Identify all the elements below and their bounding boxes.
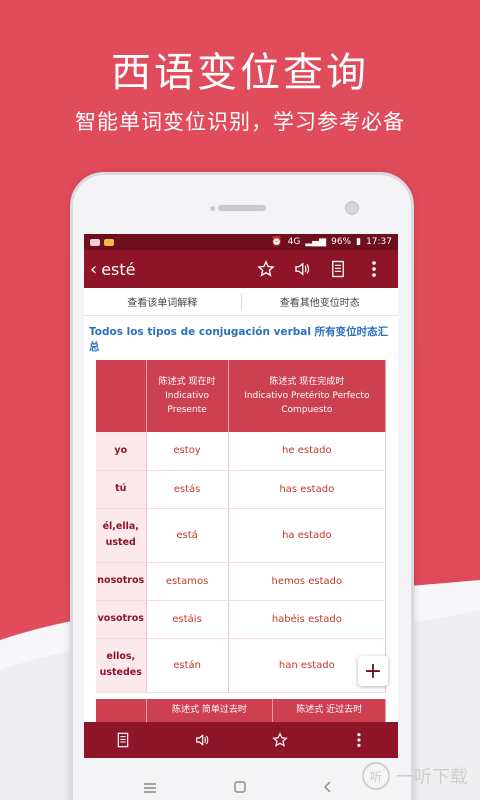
menu-icon [144,783,156,793]
person-cell: yo [96,432,147,471]
tense-header: 陈述式 现在完成时 Indicativo Pretérito Perfecto … [228,360,387,432]
home-square-icon [234,781,246,793]
back-nav-button[interactable] [322,778,334,797]
notification-icon [90,238,100,246]
tense-name-es: Indicativo Presente [165,391,210,415]
watermark-text: 一听下载 [396,767,468,788]
star-icon [257,260,275,277]
table-row: tú estás has estado [96,470,387,509]
person-cell: vosotros [96,600,147,639]
bottom-notes-button[interactable] [84,732,163,748]
table-row: yo estoy he estado [96,432,387,471]
front-camera [345,201,359,215]
promo-subline: 智能单词变位识别，学习参考必备 [75,110,405,134]
conjugation-cell: habéis estado [228,600,387,639]
section-title-es[interactable]: Todos los tipos de conjugación verbal [89,326,311,338]
watermark: 听 一听下载 [362,762,468,790]
alarm-icon: ⏰ [271,237,283,247]
bottom-toolbar [84,722,398,758]
app-bar: ‹ esté [84,250,398,288]
tab-word-explanation[interactable]: 查看该单词解释 [84,294,241,309]
document-icon [117,732,129,748]
word-title: esté [101,259,136,279]
sub-tabs: 查看该单词解释 查看其他变位时态 [84,288,398,316]
conjugation-cell: estáis [146,600,229,639]
tense-name-zh: 陈述式 近过去时 [296,704,363,715]
battery-level: 96% [331,237,352,247]
corner-cell [96,360,147,432]
conjugation-cell: ha estado [228,508,387,563]
menu-nav-button[interactable] [144,778,156,797]
speaker-icon [195,734,209,746]
conjugation-cell: estoy [146,432,229,471]
tense-header: 陈述式 现在时 Indicativo Presente [146,360,229,432]
conjugation-cell: hemos estado [228,562,387,601]
status-bar: ⏰ 4G ▂▄▆ 96% ▮ 17:37 [84,234,398,250]
document-icon [332,260,344,278]
promo-headline: 西语变位查询 [111,50,369,96]
person-cell: nosotros [96,562,147,601]
notification-icon [104,238,114,246]
pronounce-button[interactable] [284,254,320,284]
more-vertical-icon [372,261,376,277]
tense-name-es: Indicativo Pretérito Perfecto Compuesto [244,391,370,415]
earpiece-speaker [218,205,266,211]
person-cell: ellos, ustedes [96,638,147,693]
back-icon[interactable]: ‹ [90,259,97,280]
conjugation-cell: estás [146,470,229,509]
notes-button[interactable] [320,254,356,284]
tab-other-tenses[interactable]: 查看其他变位时态 [242,294,399,309]
tense-name-zh: 陈述式 现在完成时 [269,377,345,387]
conjugation-cell: he estado [228,432,387,471]
bottom-favorite-button[interactable] [241,732,320,748]
person-cell: tú [96,470,147,509]
clock: 17:37 [366,237,392,247]
conjugation-cell: has estado [228,470,387,509]
star-icon [272,732,289,747]
add-button[interactable]: + [358,656,388,686]
table-row: ellos, ustedes están han estado [96,638,387,693]
bottom-pronounce-button[interactable] [163,732,242,748]
favorite-button[interactable] [248,254,284,284]
sensor-dot [210,206,215,211]
table-row: él,ella, usted está ha estado [96,508,387,563]
conjugation-cell: estamos [146,562,229,601]
more-vertical-icon [357,733,361,747]
table-header-row: 陈述式 现在时 Indicativo Presente 陈述式 现在完成时 In… [96,360,387,432]
conjugation-cell: están [146,638,229,693]
battery-icon: ▮ [356,237,362,247]
tense-name-zh: 陈述式 简单过去时 [172,704,247,715]
table-row: nosotros estamos hemos estado [96,562,387,601]
section-heading: Todos los tipos de conjugación verbal 所有… [84,316,398,360]
table-row: vosotros estáis habéis estado [96,600,387,639]
person-cell: él,ella, usted [96,508,147,563]
more-button[interactable] [356,254,392,284]
conjugation-table: 陈述式 现在时 Indicativo Presente 陈述式 现在完成时 In… [96,360,387,693]
tense-name-zh: 陈述式 现在时 [158,377,216,387]
conjugation-cell: está [146,508,229,563]
home-nav-button[interactable] [234,778,246,797]
signal-icon: ▂▄▆ [305,237,327,247]
network-label: 4G [287,237,301,247]
speaker-icon [295,262,310,276]
watermark-logo: 听 [362,762,390,790]
bottom-more-button[interactable] [320,732,399,748]
back-arrow-icon [324,781,331,793]
app-screen: ⏰ 4G ▂▄▆ 96% ▮ 17:37 ‹ esté 查看该单词解释 查看其他… [84,234,398,758]
